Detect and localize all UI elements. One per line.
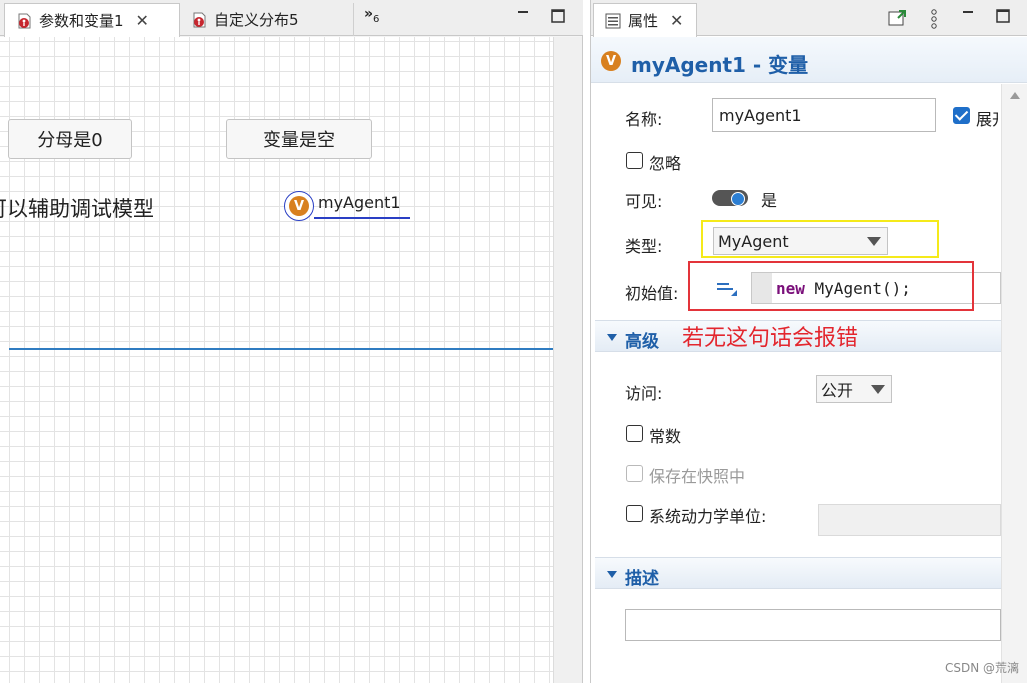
visible-toggle[interactable] [712, 190, 748, 206]
minimize-icon[interactable] [515, 8, 531, 24]
name-field[interactable]: myAgent1 [712, 98, 936, 132]
variable-label[interactable]: myAgent1 [318, 193, 401, 212]
tab-custom-distribution[interactable]: 自定义分布5 [180, 3, 354, 36]
type-select[interactable]: MyAgent [713, 227, 888, 255]
editor-tab-bar: 参数和变量1 ✕ 自定义分布5 »6 [0, 0, 583, 37]
watermark: CSDN @荒漓 [945, 661, 1020, 675]
collapse-triangle-icon [607, 571, 617, 578]
tab-label: 自定义分布5 [214, 11, 299, 29]
agent-model-icon [193, 12, 206, 27]
save-in-snapshot-checkbox[interactable] [626, 465, 643, 482]
ignore-label: 忽略 [649, 154, 682, 173]
visible-label: 可见: [625, 192, 663, 211]
initial-value-label: 初始值: [625, 284, 679, 303]
tab-properties[interactable]: 属性 ✕ [593, 3, 697, 37]
annotation-text: 若无这句话会报错 [682, 326, 859, 351]
close-icon[interactable]: ✕ [670, 11, 683, 30]
chevron-down-icon [867, 237, 881, 246]
visible-value: 是 [761, 191, 778, 210]
tab-params-and-variables[interactable]: 参数和变量1 ✕ [4, 3, 180, 37]
maximize-icon[interactable] [550, 8, 566, 24]
section-description[interactable]: 描述 [595, 557, 1001, 589]
access-label: 访问: [625, 384, 663, 403]
new-window-icon[interactable] [887, 8, 909, 28]
variable-icon: V [289, 196, 309, 216]
chevron-down-icon [871, 385, 885, 394]
constant-checkbox[interactable] [626, 425, 643, 442]
access-select[interactable]: 公开 [816, 375, 892, 403]
initial-value-highlight-box [688, 261, 974, 311]
variable-underline [314, 217, 410, 219]
type-label: 类型: [625, 237, 663, 256]
sd-units-checkbox[interactable] [626, 505, 643, 522]
constant-label: 常数 [649, 427, 682, 446]
more-options-icon[interactable] [929, 8, 939, 30]
canvas-static-text: 可以辅助调试模型 [0, 197, 154, 221]
minimize-icon[interactable] [960, 8, 976, 24]
ignore-checkbox[interactable] [626, 152, 643, 169]
variable-selection-ring[interactable]: V [284, 191, 314, 221]
tab-overflow-chevron[interactable]: »6 [364, 6, 379, 25]
null-variable-button[interactable]: 变量是空 [226, 119, 372, 159]
canvas-scrollbar[interactable] [553, 37, 582, 683]
model-canvas[interactable]: 分母是0 变量是空 可以辅助调试模型 V myAgent1 [0, 37, 553, 683]
close-icon[interactable]: ✕ [136, 11, 149, 30]
name-label: 名称: [625, 110, 663, 129]
properties-pane: 属性 ✕ V myAgent1 - 变量 名称: myAgent1 展开 忽 [590, 0, 1027, 683]
save-in-snapshot-label: 保存在快照中 [649, 467, 746, 486]
properties-icon [605, 13, 621, 28]
canvas-boundary-line [9, 348, 553, 350]
maximize-icon[interactable] [995, 8, 1011, 24]
sd-units-label: 系统动力学单位: [649, 507, 767, 526]
variable-icon: V [601, 51, 621, 71]
description-field[interactable] [625, 609, 1001, 641]
properties-scrollbar[interactable] [1001, 84, 1027, 683]
properties-title: myAgent1 - 变量 [631, 53, 809, 77]
agent-model-icon [18, 13, 31, 28]
editor-pane: 参数和变量1 ✕ 自定义分布5 »6 分母是0 变量是空 可以辅助调试模型 V … [0, 0, 583, 683]
expand-checkbox[interactable] [953, 107, 970, 124]
scroll-up-icon[interactable] [1009, 90, 1021, 100]
sd-units-field[interactable] [818, 504, 1001, 536]
collapse-triangle-icon [607, 334, 617, 341]
tab-label: 参数和变量1 [39, 12, 124, 30]
expand-label: 展开 [976, 110, 998, 129]
properties-tab-bar: 属性 ✕ [591, 0, 1027, 37]
tab-label: 属性 [628, 12, 659, 30]
zero-denominator-button[interactable]: 分母是0 [8, 119, 132, 159]
properties-header: V myAgent1 - 变量 [591, 37, 1027, 83]
